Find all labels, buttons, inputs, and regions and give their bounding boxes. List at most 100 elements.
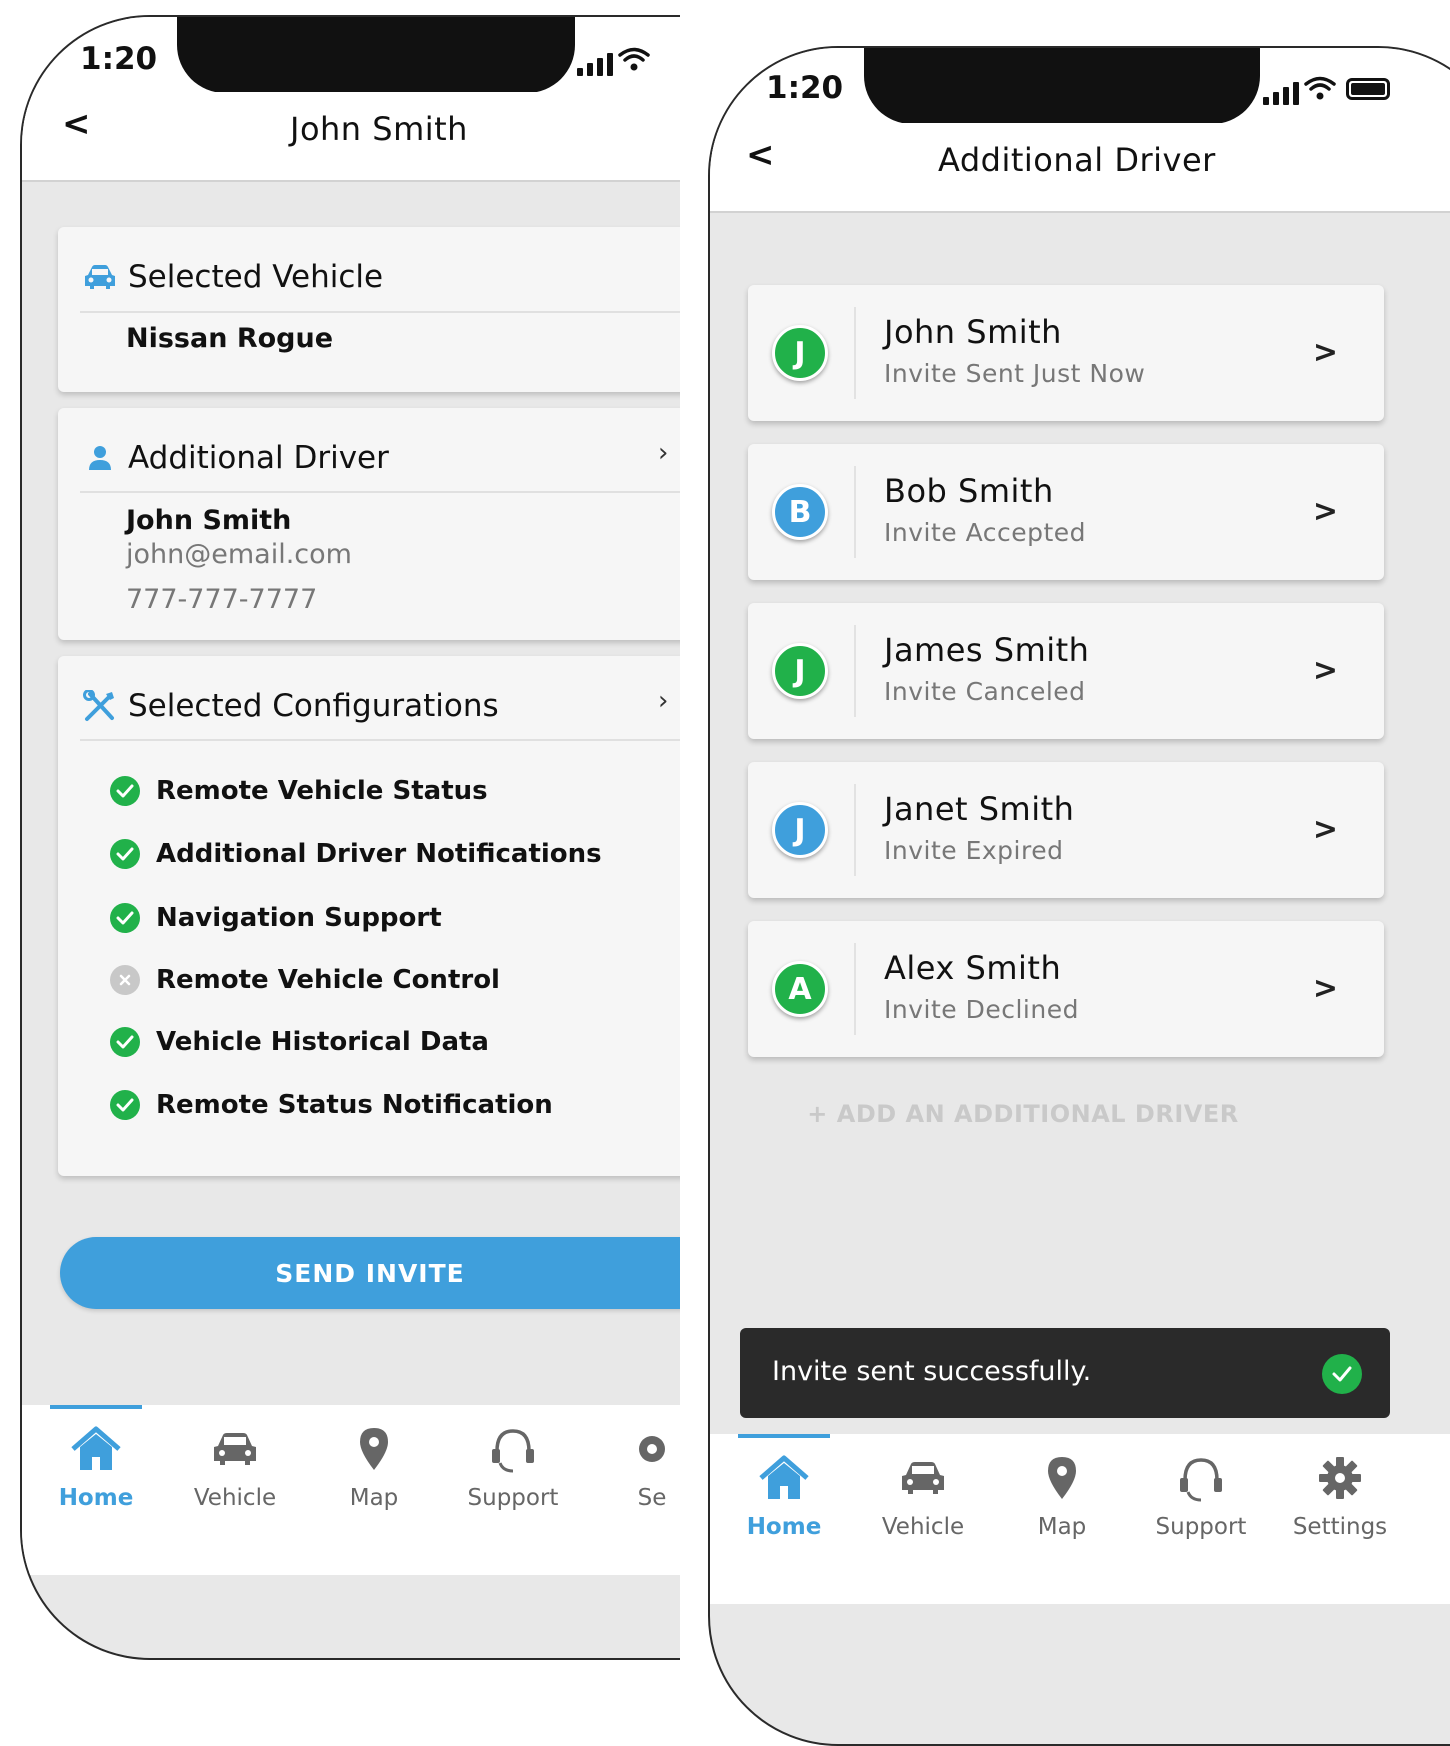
driver-name: John Smith — [126, 505, 292, 536]
chevron-right-icon: > — [1312, 653, 1338, 688]
tab-map[interactable]: Map — [997, 1452, 1127, 1540]
disabled-x-icon — [110, 965, 140, 995]
gear-icon — [1319, 1457, 1361, 1499]
status-time: 1:20 — [80, 41, 158, 77]
selected-vehicle-card[interactable]: Selected Vehicle Nissan Rogue — [58, 227, 680, 392]
driver-avatar: A — [772, 961, 828, 1017]
nav-bar: < Additional Driver — [710, 123, 1450, 213]
selected-vehicle-header: Selected Vehicle — [82, 259, 383, 295]
tab-home[interactable]: Home — [31, 1423, 161, 1511]
check-icon — [110, 776, 140, 806]
config-label: Vehicle Historical Data — [156, 1027, 489, 1057]
chevron-right-icon: > — [1312, 494, 1338, 529]
device-notch — [177, 17, 575, 93]
chevron-right-icon: > — [1312, 971, 1338, 1006]
back-button[interactable]: < — [62, 104, 91, 144]
driver-list-item[interactable]: J John Smith Invite Sent Just Now > — [748, 285, 1384, 421]
check-icon — [110, 1090, 140, 1120]
tab-home[interactable]: Home — [719, 1452, 849, 1540]
chevron-right-icon[interactable]: › — [658, 438, 668, 468]
car-icon — [85, 265, 115, 289]
check-icon — [110, 1027, 140, 1057]
tab-label: Se — [637, 1485, 667, 1511]
back-button[interactable]: < — [746, 135, 775, 175]
config-label: Additional Driver Notifications — [156, 839, 602, 869]
map-pin-icon — [1048, 1457, 1076, 1499]
tab-label: Map — [349, 1485, 399, 1511]
config-label: Remote Vehicle Status — [156, 776, 488, 806]
active-tab-indicator — [50, 1405, 142, 1409]
additional-driver-header: Additional Driver — [82, 440, 389, 476]
home-icon — [71, 1426, 121, 1470]
headset-icon — [492, 1429, 534, 1473]
config-label: Remote Status Notification — [156, 1090, 553, 1120]
driver-name: John Smith — [884, 313, 1062, 351]
driver-invite-status: Invite Sent Just Now — [884, 359, 1146, 388]
divider — [854, 625, 856, 717]
divider — [80, 491, 680, 493]
signal-icon — [1263, 82, 1299, 105]
selected-configurations-card[interactable]: Selected Configurations › Remote Vehicle… — [58, 656, 680, 1176]
tab-support[interactable]: Support — [1136, 1452, 1266, 1540]
driver-name: James Smith — [884, 631, 1090, 669]
driver-invite-status: Invite Declined — [884, 995, 1079, 1024]
signal-icon — [577, 53, 613, 76]
config-item-navigation-support: Navigation Support — [110, 903, 442, 933]
gear-icon — [639, 1436, 665, 1462]
config-item-vehicle-historical-data: Vehicle Historical Data — [110, 1027, 489, 1057]
tab-support[interactable]: Support — [448, 1423, 578, 1511]
active-tab-indicator — [738, 1434, 830, 1438]
driver-phone: 777-777-7777 — [126, 584, 318, 615]
send-invite-button[interactable]: SEND INVITE — [60, 1237, 680, 1309]
phone-screen-invite-review: 1:20 < John Smith Selected Vehicle Nissa… — [20, 15, 680, 1660]
config-item-remote-vehicle-status: Remote Vehicle Status — [110, 776, 488, 806]
configurations-heading: Selected Configurations — [128, 688, 499, 724]
divider — [854, 943, 856, 1035]
driver-invite-status: Invite Canceled — [884, 677, 1086, 706]
device-notch — [864, 48, 1260, 124]
divider — [854, 784, 856, 876]
page-title: John Smith — [290, 110, 468, 148]
driver-list-item[interactable]: B Bob Smith Invite Accepted > — [748, 444, 1384, 580]
tab-label: Vehicle — [881, 1514, 965, 1540]
tab-vehicle[interactable]: Vehicle — [858, 1452, 988, 1540]
driver-list-item[interactable]: A Alex Smith Invite Declined > — [748, 921, 1384, 1057]
home-icon — [759, 1455, 809, 1499]
config-item-driver-notifications: Additional Driver Notifications — [110, 839, 602, 869]
check-icon — [110, 903, 140, 933]
tab-bar: Home Vehicle Map Support Settings — [710, 1434, 1450, 1604]
tab-settings[interactable]: Settings — [1275, 1452, 1405, 1540]
config-item-remote-status-notification: Remote Status Notification — [110, 1090, 553, 1120]
vehicle-name: Nissan Rogue — [126, 323, 334, 354]
check-icon — [110, 839, 140, 869]
driver-list-item[interactable]: J James Smith Invite Canceled > — [748, 603, 1384, 739]
chevron-right-icon[interactable]: › — [658, 686, 668, 716]
additional-driver-card[interactable]: Additional Driver › John Smith john@emai… — [58, 408, 680, 640]
tab-vehicle[interactable]: Vehicle — [170, 1423, 300, 1511]
tab-label: Vehicle — [193, 1485, 277, 1511]
driver-name: Janet Smith — [884, 790, 1075, 828]
chevron-right-icon: > — [1312, 335, 1338, 370]
tab-label: Settings — [1292, 1514, 1388, 1540]
tab-label: Support — [1155, 1514, 1247, 1540]
driver-avatar: J — [772, 802, 828, 858]
config-item-remote-vehicle-control: Remote Vehicle Control — [110, 965, 500, 995]
tab-settings[interactable]: Se — [587, 1423, 680, 1511]
check-icon — [1322, 1354, 1362, 1394]
add-additional-driver-button[interactable]: + ADD AN ADDITIONAL DRIVER — [710, 1100, 1450, 1128]
divider — [80, 311, 680, 313]
headset-icon — [1180, 1458, 1222, 1502]
person-icon — [89, 446, 111, 470]
wifi-icon — [618, 47, 650, 71]
tab-label: Home — [746, 1514, 822, 1540]
divider — [854, 307, 856, 399]
car-icon — [214, 1433, 256, 1465]
wifi-icon — [1304, 76, 1336, 100]
driver-list-item[interactable]: J Janet Smith Invite Expired > — [748, 762, 1384, 898]
driver-avatar: B — [772, 484, 828, 540]
tab-map[interactable]: Map — [309, 1423, 439, 1511]
divider — [854, 466, 856, 558]
success-toast: Invite sent successfully. — [740, 1328, 1390, 1418]
status-time: 1:20 — [766, 70, 844, 106]
driver-name: Bob Smith — [884, 472, 1054, 510]
